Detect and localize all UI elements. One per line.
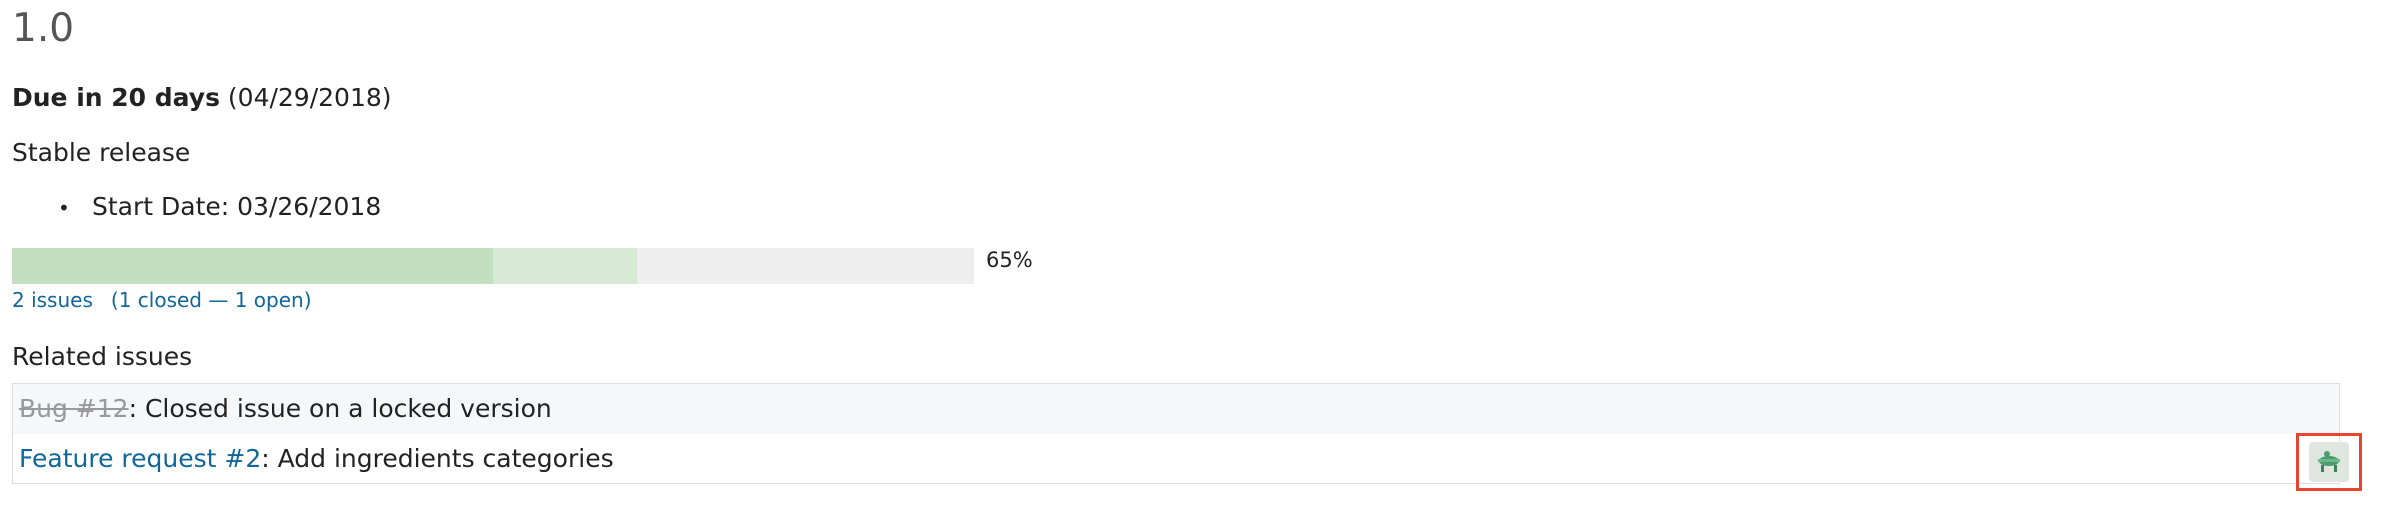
open-issues-link[interactable]: 1 open (235, 288, 304, 312)
related-issue-row: Feature request #2: Add ingredients cate… (12, 433, 2340, 484)
avatar-icon[interactable] (2309, 442, 2349, 482)
related-issue-row: Bug #12: Closed issue on a locked versio… (12, 383, 2340, 434)
version-page: 1.0 Due in 20 days (04/29/2018) Stable r… (0, 0, 2390, 524)
related-issues-heading: Related issues (12, 342, 193, 371)
open-paren: ( (110, 288, 119, 312)
avatar-icon-graphic (2313, 446, 2345, 478)
assignee-cell (2257, 384, 2340, 434)
due-label: Due in 20 days (12, 83, 220, 112)
closed-issues-link[interactable]: 1 closed (119, 288, 202, 312)
related-issues-table: Bug #12: Closed issue on a locked versio… (12, 383, 2340, 484)
issue-subject: : Closed issue on a locked version (128, 394, 552, 424)
issue-subject: : Add ingredients categories (261, 443, 614, 473)
progress-bar (12, 248, 974, 284)
issue-link-feature-2[interactable]: Feature request #2 (19, 444, 261, 473)
version-dates: Start Date: 03/26/2018 (40, 192, 381, 221)
due-line: Due in 20 days (04/29/2018) (12, 83, 392, 112)
issue-link-bug-12[interactable]: Bug #12 (19, 394, 129, 423)
issue-count-links: 2 issues (1 closed — 1 open) (12, 288, 312, 312)
progress-percent: 65% (986, 248, 1033, 272)
progress-closed-segment (12, 248, 493, 284)
separator: — (202, 288, 235, 312)
version-description: Stable release (12, 138, 191, 167)
issues-link[interactable]: 2 issues (12, 288, 93, 312)
issue-cell: Feature request #2: Add ingredients cate… (13, 434, 2258, 484)
close-paren: ) (303, 288, 312, 312)
highlighted-avatar[interactable] (2296, 433, 2362, 491)
issue-cell: Bug #12: Closed issue on a locked versio… (13, 384, 2258, 434)
version-title: 1.0 (12, 6, 75, 51)
start-date: Start Date: 03/26/2018 (40, 192, 381, 221)
progress-done-segment (493, 248, 638, 284)
due-date: (04/29/2018) (227, 83, 392, 112)
